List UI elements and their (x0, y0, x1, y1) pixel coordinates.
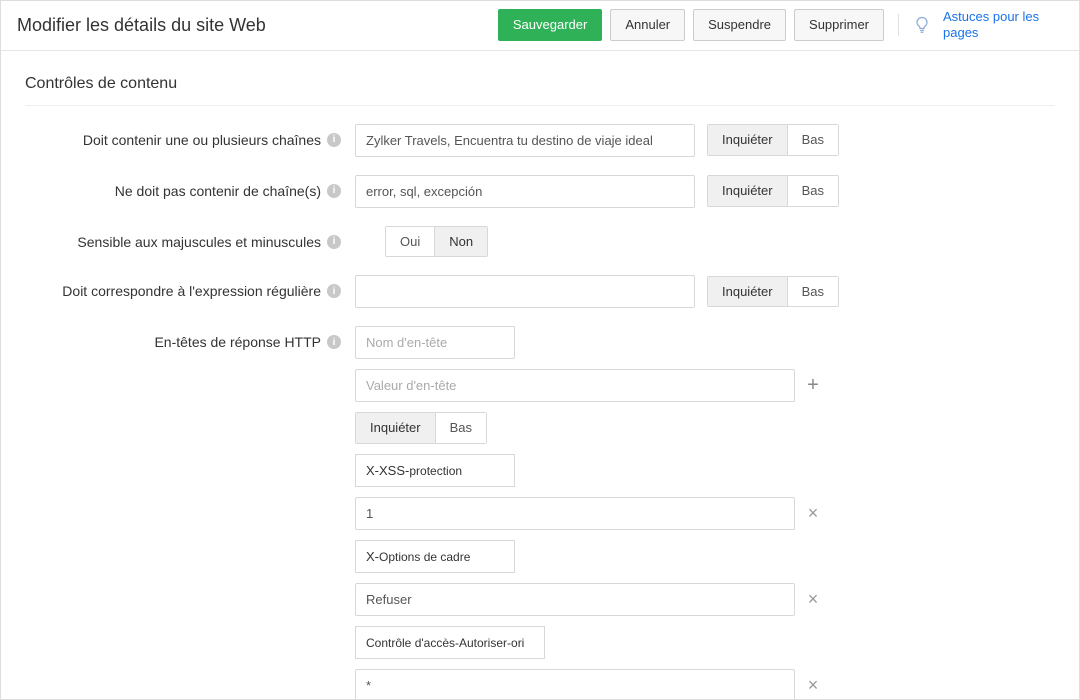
must-not-contain-input[interactable] (355, 175, 695, 208)
header-name-display[interactable]: X-XSS-protection (355, 454, 515, 487)
row-regex: Doit correspondre à l'expression réguliè… (25, 275, 1055, 308)
tips-link[interactable]: Astuces pour les pages (943, 9, 1063, 42)
severity-low[interactable]: Bas (435, 413, 486, 443)
severity-worry[interactable]: Inquiéter (708, 176, 787, 206)
section-title: Contrôles de contenu (25, 75, 1055, 106)
info-icon[interactable]: i (327, 284, 341, 298)
page-title: Modifier les détails du site Web (17, 15, 498, 36)
info-icon[interactable]: i (327, 335, 341, 349)
add-header-icon[interactable]: + (803, 374, 823, 397)
row-must-not-contain: Ne doit pas contenir de chaîne(s) i Inqu… (25, 175, 1055, 208)
info-icon[interactable]: i (327, 184, 341, 198)
label-must-contain: Doit contenir une ou plusieurs chaînes i (25, 124, 355, 148)
suspend-button[interactable]: Suspendre (693, 9, 786, 41)
case-no[interactable]: Non (434, 227, 487, 257)
lightbulb-icon (915, 16, 929, 34)
header-value-input[interactable] (355, 369, 795, 402)
info-icon[interactable]: i (327, 133, 341, 147)
remove-header-icon[interactable]: × (803, 589, 823, 610)
must-contain-severity: Inquiéter Bas (707, 124, 839, 156)
severity-low[interactable]: Bas (787, 125, 838, 155)
remove-header-icon[interactable]: × (803, 675, 823, 696)
info-icon[interactable]: i (327, 235, 341, 249)
severity-low[interactable]: Bas (787, 176, 838, 206)
label-regex: Doit correspondre à l'expression réguliè… (25, 275, 355, 299)
row-must-contain: Doit contenir une ou plusieurs chaînes i… (25, 124, 1055, 157)
cancel-button[interactable]: Annuler (610, 9, 685, 41)
severity-worry[interactable]: Inquiéter (356, 413, 435, 443)
http-headers-column: + Inquiéter Bas X-XSS-protection × (355, 326, 823, 700)
regex-severity: Inquiéter Bas (707, 276, 839, 308)
header-name-input[interactable] (355, 326, 515, 359)
label-http-headers: En-têtes de réponse HTTP i (25, 326, 355, 350)
remove-header-icon[interactable]: × (803, 503, 823, 524)
delete-button[interactable]: Supprimer (794, 9, 884, 41)
header-name-display[interactable]: Contrôle d'accès-Autoriser-ori (355, 626, 545, 659)
must-contain-input[interactable] (355, 124, 695, 157)
header-severity: Inquiéter Bas (355, 412, 487, 444)
page-header: Modifier les détails du site Web Sauvega… (1, 1, 1079, 51)
severity-low[interactable]: Bas (787, 277, 838, 307)
header-value-display[interactable] (355, 497, 795, 530)
must-not-contain-severity: Inquiéter Bas (707, 175, 839, 207)
case-yes[interactable]: Oui (386, 227, 434, 257)
regex-input[interactable] (355, 275, 695, 308)
content: Contrôles de contenu Doit contenir une o… (1, 51, 1079, 700)
case-sensitive-toggle: Oui Non (385, 226, 488, 258)
label-must-not-contain: Ne doit pas contenir de chaîne(s) i (25, 175, 355, 199)
row-case-sensitive: Sensible aux majuscules et minuscules i … (25, 226, 1055, 258)
header-actions: Sauvegarder Annuler Suspendre Supprimer … (498, 9, 1063, 42)
header-value-display[interactable] (355, 669, 795, 700)
divider (898, 14, 899, 36)
severity-worry[interactable]: Inquiéter (708, 277, 787, 307)
label-case-sensitive: Sensible aux majuscules et minuscules i (25, 226, 355, 250)
severity-worry[interactable]: Inquiéter (708, 125, 787, 155)
header-name-display[interactable]: X-Options de cadre (355, 540, 515, 573)
save-button[interactable]: Sauvegarder (498, 9, 602, 41)
row-http-headers: En-têtes de réponse HTTP i + Inquiéter B (25, 326, 1055, 700)
header-value-display[interactable] (355, 583, 795, 616)
